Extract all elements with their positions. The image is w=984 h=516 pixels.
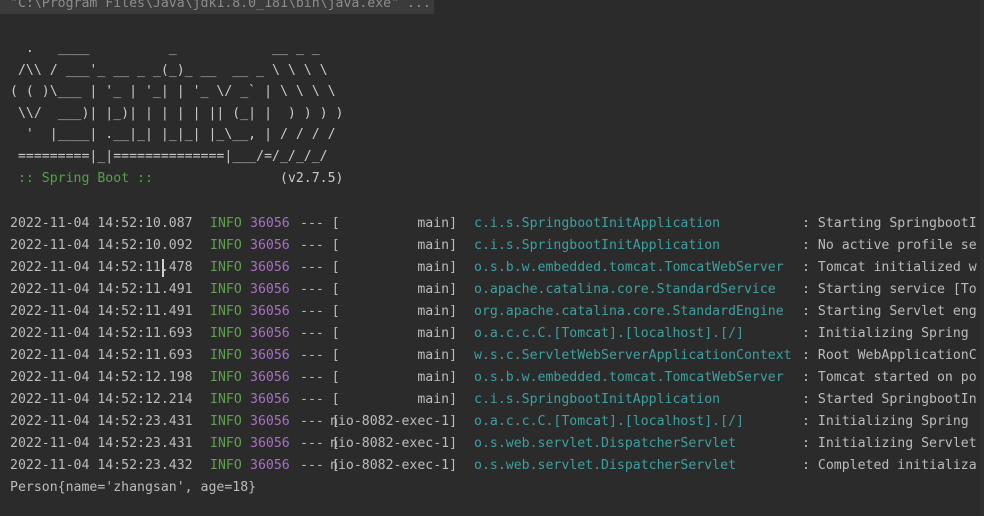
log-logger: w.s.c.ServletWebServerApplicationContext — [474, 348, 792, 363]
log-message: : Starting SpringbootI — [802, 216, 977, 231]
log-logger: o.s.web.servlet.DispatcherServlet — [474, 458, 737, 473]
log-message: : Tomcat started on po — [802, 370, 977, 385]
log-pid: 36056 — [250, 282, 290, 297]
log-level: INFO — [210, 370, 242, 385]
log-timestamp: 2022-11-04 14:52:23.431 — [10, 414, 193, 429]
log-message: : Initializing Spring — [802, 326, 977, 341]
log-thread: nio-8082-exec-1] — [330, 414, 458, 429]
log-level: INFO — [210, 260, 242, 275]
log-level: INFO — [210, 348, 242, 363]
log-message: : Initializing Servlet — [802, 436, 977, 451]
log-pid: 36056 — [250, 370, 290, 385]
spring-banner: . ____ _ __ _ _ /\\ / ___'_ __ _ _(_)_ _… — [10, 38, 343, 189]
log-message: : Root WebApplicationC — [802, 348, 977, 363]
log-pid: 36056 — [250, 458, 290, 473]
log-line: 2022-11-04 14:52:10.087 INFO 36056 --- [ ma… — [10, 213, 984, 235]
log-thread: main] — [330, 238, 458, 253]
log-thread: nio-8082-exec-1] — [330, 436, 458, 451]
log-thread: main] — [330, 216, 458, 231]
log-logger: o.s.b.w.embedded.tomcat.TomcatWebServer — [474, 260, 784, 275]
log-pid: 36056 — [250, 216, 290, 231]
log-thread: main] — [330, 348, 458, 363]
log-line: 2022-11-04 14:52:11.478 INFO 36056 --- [ ma… — [10, 257, 984, 279]
log-thread: main] — [330, 392, 458, 407]
log-level: INFO — [210, 238, 242, 253]
log-message: : Starting Servlet eng — [802, 304, 977, 319]
log-thread: main] — [330, 326, 458, 341]
log-pid: 36056 — [250, 304, 290, 319]
command-line: "C:\Program Files\Java\jdk1.8.0_181\bin\… — [0, 0, 434, 14]
log-timestamp: 2022-11-04 14:52:23.432 — [10, 458, 193, 473]
log-level: INFO — [210, 216, 242, 231]
log-timestamp: 2022-11-04 14:52:10.092 — [10, 238, 193, 253]
log-timestamp: 2022-11-04 14:52:23.431 — [10, 436, 193, 451]
banner-line: ( ( )\___ | '_ | '_| | '_ \/ _` | \ \ \ … — [10, 84, 336, 100]
log-line: 2022-11-04 14:52:11.693 INFO 36056 --- [ ma… — [10, 323, 984, 345]
spring-boot-label: :: Spring Boot :: — [10, 170, 161, 186]
log-timestamp: 2022-11-04 14:52:11.693 — [10, 348, 193, 363]
banner-line: /\\ / ___'_ __ _ _(_)_ __ __ _ \ \ \ \ — [10, 62, 328, 78]
log-timestamp: 2022-11-04 14:52:10.087 — [10, 216, 193, 231]
log-pid: 36056 — [250, 414, 290, 429]
scrollbar[interactable] — [980, 0, 984, 516]
text-cursor — [162, 259, 164, 277]
log-line: 2022-11-04 14:52:12.214 INFO 36056 --- [ ma… — [10, 389, 984, 411]
log-timestamp: 2022-11-04 14:52:11.693 — [10, 326, 193, 341]
log-line: 2022-11-04 14:52:11.491 INFO 36056 --- [ ma… — [10, 301, 984, 323]
spring-boot-version: (v2.7.5) — [160, 170, 344, 186]
log-pid: 36056 — [250, 238, 290, 253]
log-thread: nio-8082-exec-1] — [330, 458, 458, 473]
log-line: 2022-11-04 14:52:23.431 INFO 36056 --- [nio… — [10, 411, 984, 433]
log-logger: o.s.b.w.embedded.tomcat.TomcatWebServer — [474, 370, 784, 385]
log-message: : Tomcat initialized w — [802, 260, 977, 275]
log-level: INFO — [210, 414, 242, 429]
log-line: 2022-11-04 14:52:23.431 INFO 36056 --- [nio… — [10, 433, 984, 455]
banner-line: \\/ ___)| |_)| | | | | || (_| | ) ) ) ) — [10, 105, 344, 121]
spring-boot-version-line: :: Spring Boot :: (v2.7.5) — [10, 168, 344, 190]
log-line: 2022-11-04 14:52:23.432 INFO 36056 --- [nio… — [10, 455, 984, 477]
log-message: : Started SpringbootIn — [802, 392, 977, 407]
log-level: INFO — [210, 392, 242, 407]
log-pid: 36056 — [250, 392, 290, 407]
log-level: INFO — [210, 282, 242, 297]
log-level: INFO — [210, 436, 242, 451]
log-thread: main] — [330, 260, 458, 275]
log-message: : Completed initializa — [802, 458, 977, 473]
log-logger: c.i.s.SpringbootInitApplication — [474, 216, 721, 231]
log-timestamp: 2022-11-04 14:52:12.214 — [10, 392, 193, 407]
log-logger: c.i.s.SpringbootInitApplication — [474, 392, 721, 407]
log-pid: 36056 — [250, 348, 290, 363]
log-level: INFO — [210, 458, 242, 473]
log-pid: 36056 — [250, 436, 290, 451]
log-logger: c.i.s.SpringbootInitApplication — [474, 238, 721, 253]
log-thread: main] — [330, 282, 458, 297]
banner-line: ' |____| .__|_| |_|_| |_\__, | / / / / — [10, 127, 336, 143]
log-message: : Initializing Spring — [802, 414, 977, 429]
log-level: INFO — [210, 326, 242, 341]
banner-line: =========|_|==============|___/=/_/_/_/ — [10, 148, 328, 164]
log-logger: o.s.web.servlet.DispatcherServlet — [474, 436, 737, 451]
log-timestamp: 2022-11-04 14:52:11.478 — [10, 260, 193, 275]
program-output: Person{name='zhangsan', age=18} — [10, 480, 257, 495]
log-line: 2022-11-04 14:52:11.491 INFO 36056 --- [ ma… — [10, 279, 984, 301]
log-line: 2022-11-04 14:52:10.092 INFO 36056 --- [ ma… — [10, 235, 984, 257]
log-pid: 36056 — [250, 260, 290, 275]
log-message: : No active profile se — [802, 238, 977, 253]
log-timestamp: 2022-11-04 14:52:11.491 — [10, 282, 193, 297]
log-logger: o.apache.catalina.core.StandardService — [474, 282, 776, 297]
banner-line: . ____ _ __ _ _ — [10, 41, 320, 56]
log-timestamp: 2022-11-04 14:52:11.491 — [10, 304, 193, 319]
log-thread: main] — [330, 304, 458, 319]
log-message: : Starting service [To — [802, 282, 977, 297]
log-timestamp: 2022-11-04 14:52:12.198 — [10, 370, 193, 385]
log-thread: main] — [330, 370, 458, 385]
log-logger: org.apache.catalina.core.StandardEngine — [474, 304, 784, 319]
log-logger: o.a.c.c.C.[Tomcat].[localhost].[/] — [474, 414, 744, 429]
log-level: INFO — [210, 304, 242, 319]
log-line: 2022-11-04 14:52:12.198 INFO 36056 --- [ ma… — [10, 367, 984, 389]
log-logger: o.a.c.c.C.[Tomcat].[localhost].[/] — [474, 326, 744, 341]
log-line: 2022-11-04 14:52:11.693 INFO 36056 --- [ ma… — [10, 345, 984, 367]
log-pid: 36056 — [250, 326, 290, 341]
log-output: 2022-11-04 14:52:10.087 INFO 36056 --- [ ma… — [10, 213, 984, 477]
